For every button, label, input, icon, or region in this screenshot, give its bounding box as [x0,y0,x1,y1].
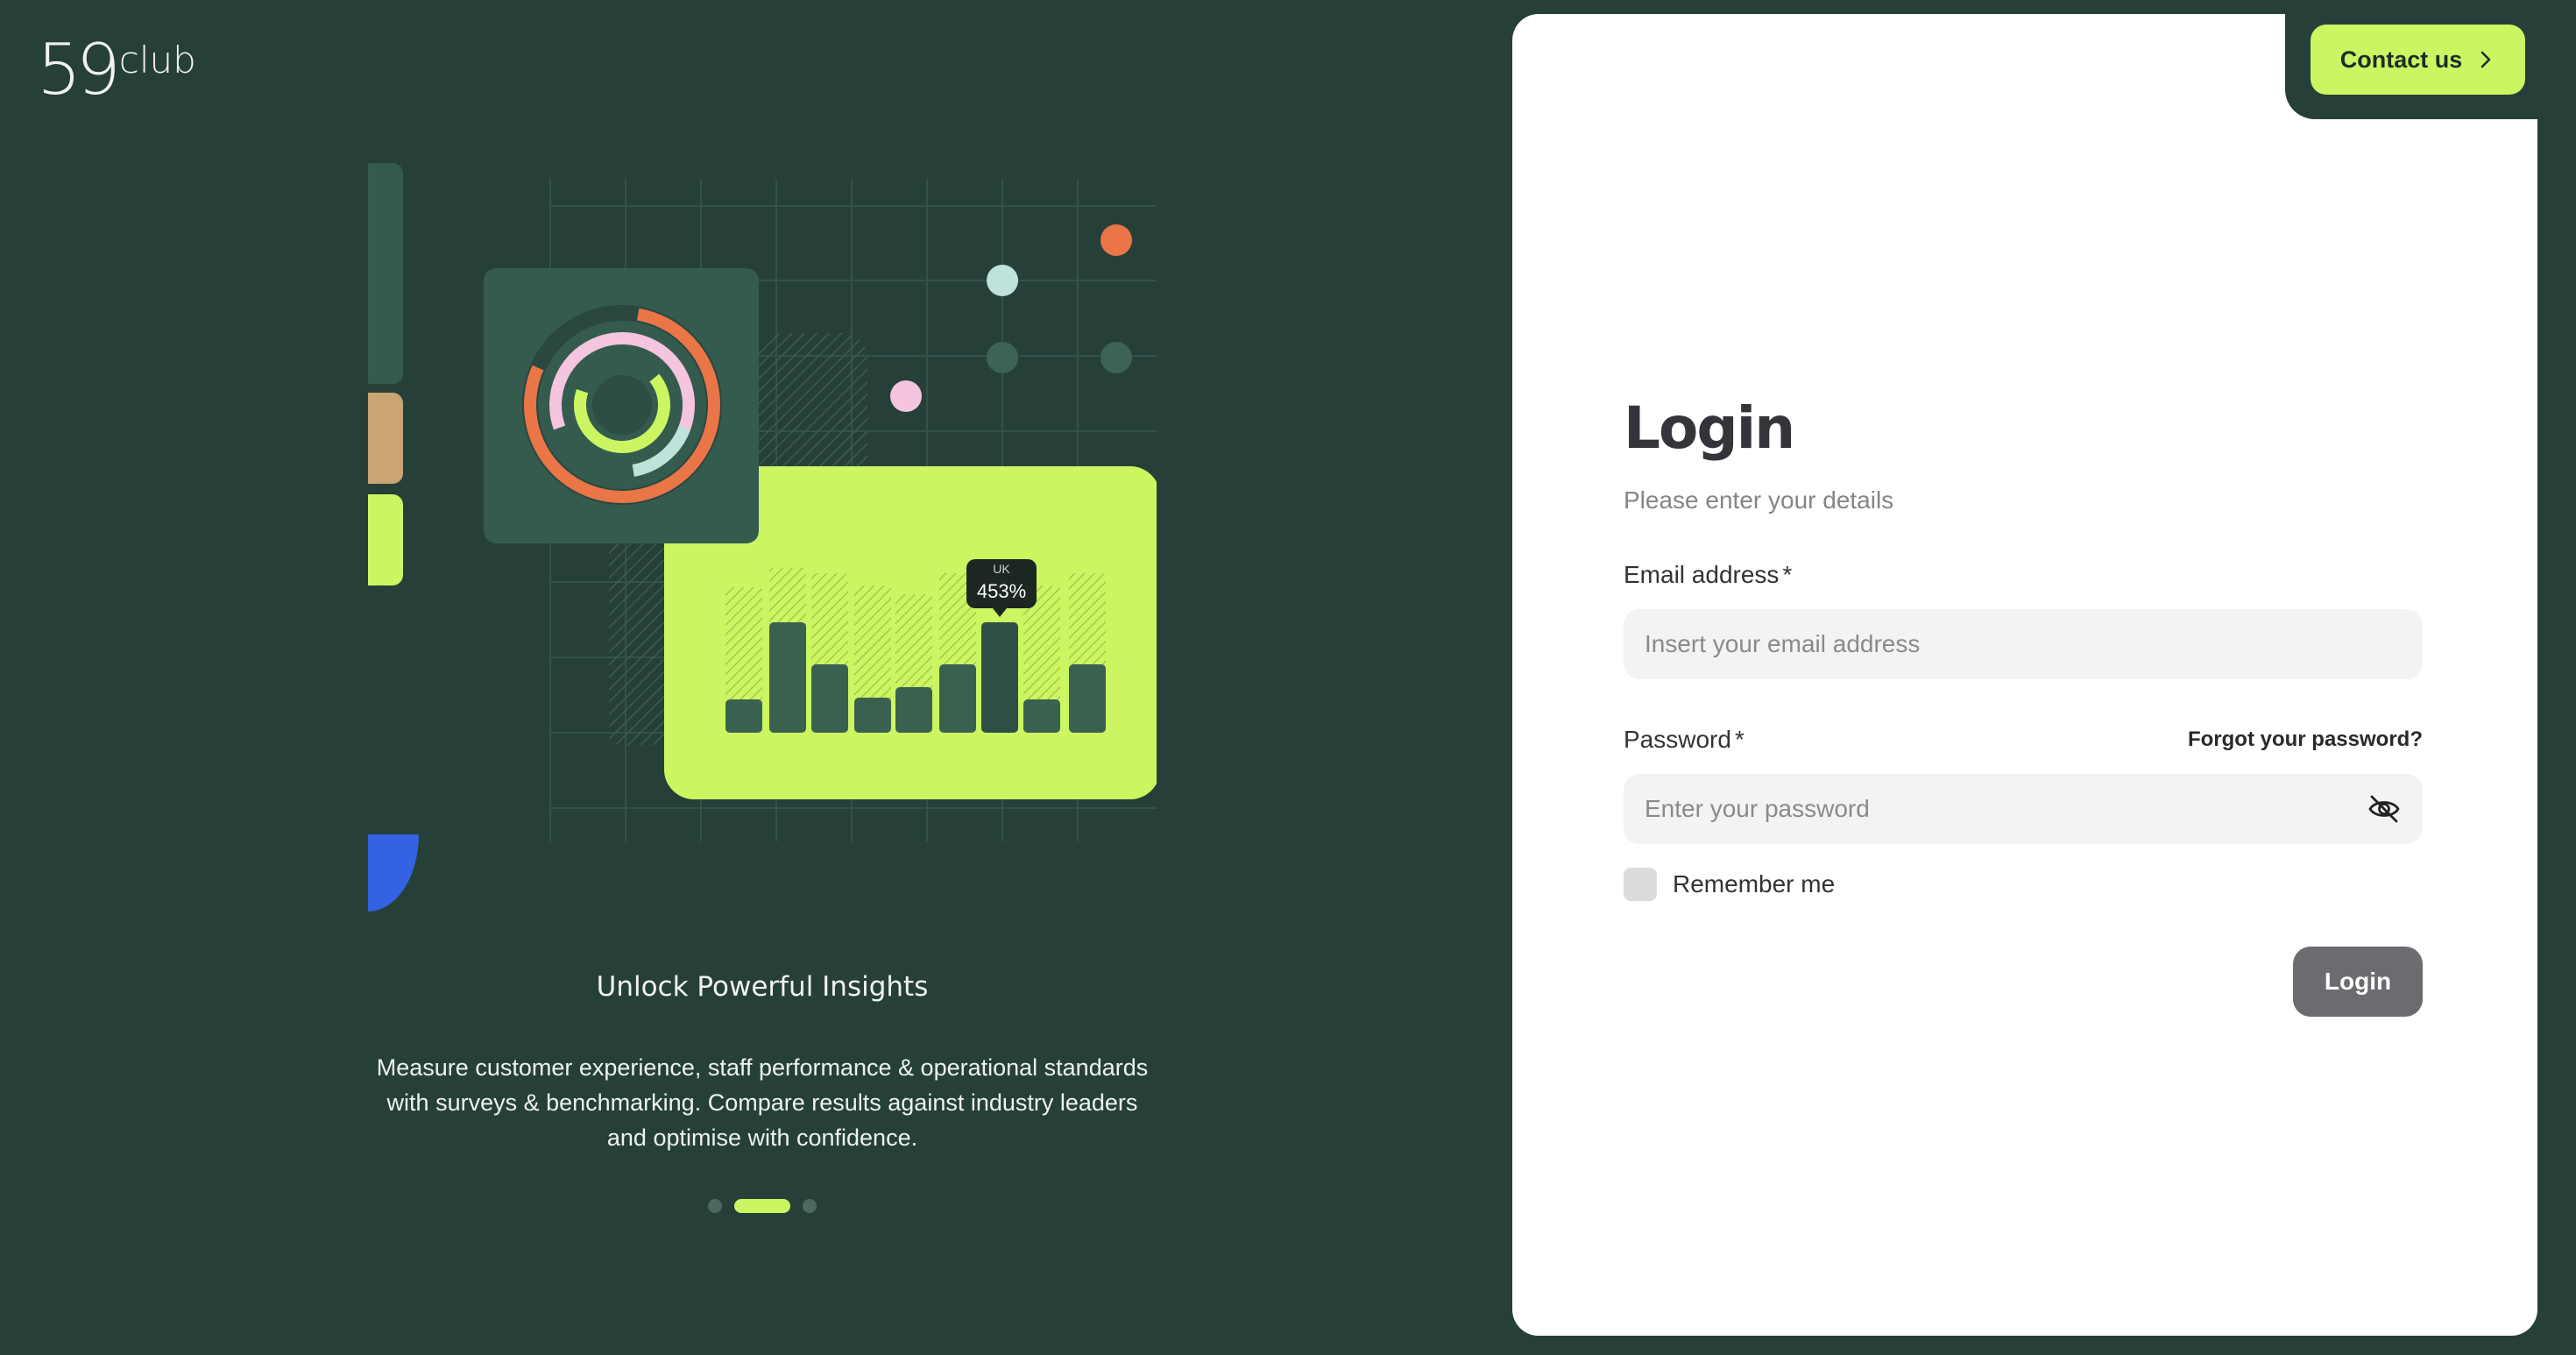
remember-me-label: Remember me [1673,870,1836,897]
carousel-dot-1[interactable] [708,1199,722,1213]
login-button[interactable]: Login [2293,947,2423,1017]
carousel-dot-3[interactable] [803,1199,817,1213]
required-mark: * [1734,726,1744,753]
email-field[interactable] [1624,609,2423,679]
insights-illustration: UK 453% [350,149,1160,920]
login-form: Login Please enter your details Email ad… [1624,394,2423,1017]
tooltip-value: 453% [976,580,1027,602]
remember-me-checkbox[interactable] [1624,868,1657,901]
carousel-dots [701,1197,824,1215]
email-label: Email address * [1624,561,1793,588]
remember-me[interactable]: Remember me [1624,868,1835,901]
password-field[interactable] [1624,774,2423,844]
illustration-graphic [350,163,1160,912]
password-label: Password * [1624,726,1744,753]
logo-number: 59 [37,29,121,110]
forgot-password-link[interactable]: Forgot your password? [2188,727,2423,752]
required-mark: * [1782,561,1793,588]
email-label-row: Email address * [1624,561,2423,589]
tooltip-region: UK [993,562,1010,576]
carousel-dot-2[interactable] [734,1199,790,1213]
chevron-right-icon [2480,51,2491,68]
logo-word: club [118,39,196,82]
contact-us-label: Contact us [2339,46,2463,73]
carousel-text: Measure customer experience, staff perfo… [376,1054,1149,1151]
login-title: Login [1624,394,1795,462]
contact-us-button[interactable]: Contact us [2311,25,2525,95]
eye-off-icon[interactable] [2367,791,2402,826]
password-label-row: Password * Forgot your password? [1624,726,2423,754]
login-subtitle: Please enter your details [1624,486,1894,514]
carousel-title: Unlock Powerful Insights [596,971,929,1003]
brand-logo[interactable]: 59 club [37,35,196,105]
